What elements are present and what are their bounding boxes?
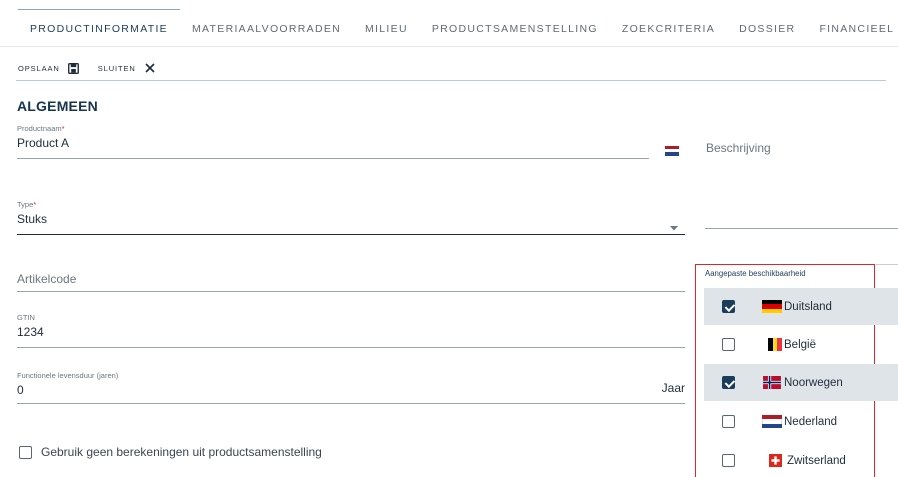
productnaam-field[interactable]: Productnaam* Product A [17, 124, 649, 159]
levensduur-value: 0 [17, 383, 24, 397]
tab-productsamenstelling[interactable]: PRODUCTSAMENSTELLING [420, 0, 610, 46]
type-underline [17, 234, 685, 235]
save-button[interactable]: OPSLAAN [18, 62, 80, 74]
flag-no-icon [762, 376, 782, 389]
flag-nl-icon[interactable] [665, 136, 679, 156]
close-button-label: SLUITEN [97, 63, 136, 73]
gtin-label: GTIN [17, 313, 35, 322]
country-row-zwitserland[interactable]: Zwitserland [704, 442, 898, 477]
type-label: Type* [17, 200, 685, 209]
artikelcode-placeholder: Artikelcode [17, 272, 77, 286]
availability-title: Aangepaste beschikbaarheid [705, 269, 806, 278]
country-checkbox[interactable] [722, 338, 735, 351]
country-name: België [784, 338, 816, 351]
country-name: Duitsland [784, 300, 832, 313]
geen-berekeningen-checkbox[interactable]: Gebruik geen berekeningen uit productsam… [19, 445, 322, 459]
gtin-field[interactable]: GTIN 1234 [17, 313, 685, 348]
country-name: Noorwegen [784, 376, 843, 389]
tab-bar: PRODUCTINFORMATIE MATERIAALVOORRADEN MIL… [18, 0, 898, 46]
save-button-label: OPSLAAN [18, 63, 60, 73]
flag-de-icon [762, 300, 782, 313]
levensduur-label: Functionele levensduur (jaren) [17, 371, 119, 380]
country-row-duitsland[interactable]: Duitsland [704, 288, 898, 325]
productnaam-label: Productnaam* [17, 124, 649, 133]
beschrijving-placeholder: Beschrijving [706, 141, 771, 155]
country-checkbox[interactable] [722, 415, 735, 428]
tab-milieu[interactable]: MILIEU [353, 0, 420, 46]
levensduur-suffix: Jaar [661, 381, 685, 395]
type-select[interactable]: Type* Stuks [17, 200, 685, 235]
flag-be-icon [768, 338, 783, 351]
artikelcode-field[interactable]: Artikelcode [17, 266, 685, 292]
tab-dossier[interactable]: DOSSIER [727, 0, 807, 46]
country-row-nederland[interactable]: Nederland [704, 403, 898, 440]
tab-zoekcriteria[interactable]: ZOEKCRITERIA [610, 0, 727, 46]
country-checkbox[interactable] [722, 376, 735, 389]
beschrijving-underline [705, 228, 898, 229]
country-checkbox[interactable] [722, 454, 735, 467]
tabs-divider [0, 46, 898, 47]
type-label-text: Type [17, 200, 34, 209]
productnaam-underline [17, 158, 649, 159]
tab-productinformatie[interactable]: PRODUCTINFORMATIE [18, 0, 180, 46]
country-row-noorwegen[interactable]: Noorwegen [704, 364, 898, 401]
geen-berekeningen-box[interactable] [19, 445, 32, 459]
required-marker: * [33, 200, 37, 209]
levensduur-field[interactable]: Functionele levensduur (jaren) 0 Jaar [17, 371, 685, 404]
toolbar: OPSLAAN SLUITEN [18, 58, 156, 78]
flag-ch-icon [769, 454, 782, 467]
country-row-belgie[interactable]: België [704, 326, 898, 363]
tab-financieel[interactable]: FINANCIEEL [807, 0, 898, 46]
section-title: ALGEMEEN [17, 98, 98, 114]
country-checkbox[interactable] [722, 300, 735, 313]
required-marker: * [61, 124, 65, 133]
availability-panel: Aangepaste beschikbaarheid Duitsland Bel… [695, 264, 898, 477]
levensduur-underline [17, 403, 685, 404]
panel-divider [876, 264, 898, 265]
tab-materiaalvoorraden[interactable]: MATERIAALVOORRADEN [180, 0, 353, 46]
gtin-underline [17, 347, 685, 348]
geen-berekeningen-label: Gebruik geen berekeningen uit productsam… [41, 445, 322, 459]
country-name: Zwitserland [787, 454, 846, 467]
productnaam-value: Product A [17, 136, 70, 150]
beschrijving-field[interactable]: Beschrijving [706, 141, 886, 161]
country-name: Nederland [784, 415, 838, 428]
floppy-disk-icon [68, 62, 80, 74]
artikelcode-underline [17, 291, 685, 292]
productnaam-label-text: Productnaam [17, 124, 62, 133]
toolbar-divider [16, 80, 886, 81]
close-button[interactable]: SLUITEN [98, 62, 156, 74]
type-value: Stuks [17, 212, 48, 226]
gtin-value: 1234 [17, 325, 44, 339]
close-icon [144, 62, 156, 74]
flag-nl-icon [762, 415, 782, 428]
